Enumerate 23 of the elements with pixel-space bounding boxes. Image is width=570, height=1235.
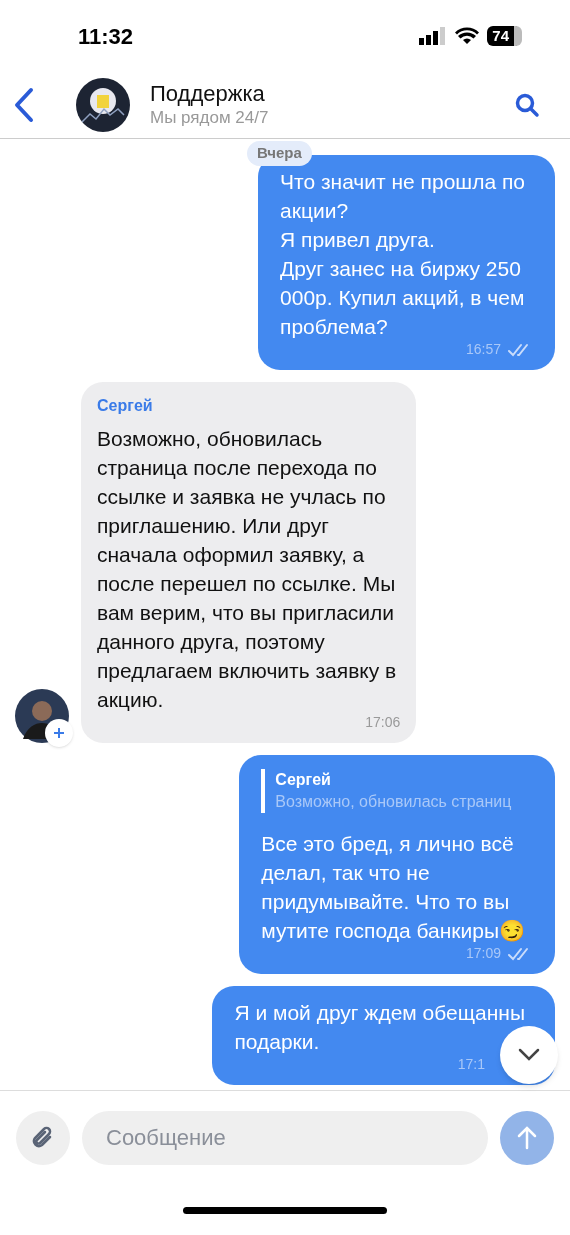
wifi-icon xyxy=(455,27,480,45)
message-text: Что значит не прошла по акции? Я привел друга. Друг занес на биржу 250 000р. Купил акций, в чем проблема? xyxy=(280,169,526,340)
sender-name: Сергей xyxy=(97,396,154,416)
message-text: Все это бред, я лично всё делал, так что не придумывайте. Что то вы мутите господа банкиры😏 xyxy=(261,831,526,944)
signal-icon xyxy=(419,27,448,45)
bank-logo xyxy=(76,78,130,132)
message-time: 17:09 xyxy=(465,944,501,963)
battery-indicator: 74 xyxy=(487,26,522,46)
reply-preview: Возможно, обновилась страниц xyxy=(275,792,513,812)
reply-sender: Сергей xyxy=(275,770,332,790)
date-label: Вчера xyxy=(247,141,312,166)
arrow-up-icon xyxy=(517,1126,537,1150)
message-text: Я и мой друг ждем обещанны подарки. xyxy=(234,1000,526,1055)
message-time: 16:57 xyxy=(465,340,501,359)
message-field[interactable]: Сообщение xyxy=(82,1111,488,1165)
chat-subtitle: Мы рядом 24/7 xyxy=(150,107,269,129)
status-time: 11:32 xyxy=(78,22,134,51)
add-contact-icon[interactable] xyxy=(45,719,73,747)
message-time: 17:1 xyxy=(457,1055,485,1074)
message-time: 17:06 xyxy=(365,713,401,732)
chevron-down-icon xyxy=(518,1048,540,1062)
chat-title: Поддержка xyxy=(150,81,266,107)
message-text: Возможно, обновилась страница после перехода по ссылке и заявка не учлась по приглашению. Или друг сначала оформил заявку, а после перешел по ссылке. Мы вам верим, что вы пригласили данного друга, поэтому предлагаем включить заявку в акцию. xyxy=(97,426,398,713)
